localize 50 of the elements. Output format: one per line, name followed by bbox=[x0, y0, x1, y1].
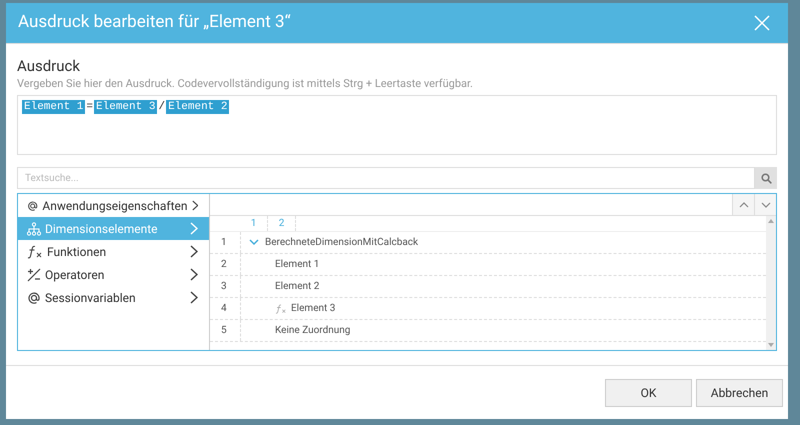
at-sign-icon bbox=[27, 198, 38, 212]
close-icon[interactable] bbox=[754, 15, 770, 31]
row-number: 3 bbox=[220, 280, 228, 294]
scroll-up-icon bbox=[768, 219, 774, 223]
function-icon bbox=[275, 304, 287, 314]
chevron-right-icon bbox=[192, 199, 198, 212]
hierarchy-icon bbox=[27, 222, 41, 236]
tree-item-label[interactable]: Keine Zuordnung bbox=[275, 323, 350, 338]
dialog-button[interactable]: Abbrechen bbox=[696, 378, 783, 406]
expression-token: Element 3 bbox=[94, 100, 158, 114]
expression-token: Element 2 bbox=[166, 100, 230, 114]
at-sign-icon bbox=[27, 290, 41, 304]
dialog-button[interactable]: OK bbox=[605, 378, 692, 406]
search-button[interactable] bbox=[755, 167, 777, 189]
plus-minus-icon bbox=[27, 268, 41, 282]
next-button[interactable] bbox=[754, 194, 776, 215]
chevron-right-icon bbox=[190, 291, 198, 304]
tree-item-label[interactable]: Element 1 bbox=[275, 257, 320, 272]
row-number: 5 bbox=[220, 324, 228, 338]
tree-item-label[interactable]: Element 2 bbox=[275, 279, 320, 294]
tree-item-label[interactable]: Element 3 bbox=[291, 301, 336, 316]
chevron-up-icon bbox=[738, 202, 748, 208]
dialog-title: Ausdruck bearbeiten für „Element 3“ bbox=[18, 11, 291, 34]
chevron-down-icon[interactable] bbox=[249, 239, 259, 246]
expression-editor[interactable]: Element 1 = Element 3 / Element 2 bbox=[17, 95, 777, 155]
column-header: 1 bbox=[240, 216, 268, 231]
expression-token: Element 1 bbox=[22, 100, 86, 114]
scroll-down-icon bbox=[768, 343, 774, 347]
chevron-down-icon bbox=[760, 202, 770, 208]
category-item[interactable]: Funktionen bbox=[18, 240, 209, 263]
category-item[interactable]: Sessionvariablen bbox=[18, 286, 209, 309]
expression-operator: / bbox=[157, 100, 166, 114]
row-number: 4 bbox=[220, 302, 228, 316]
category-item[interactable]: Operatoren bbox=[18, 263, 209, 286]
row-number: 1 bbox=[220, 236, 228, 250]
section-description: Vergeben Sie hier den Ausdruck. Codevervollständigung ist mittels Strg + Leertaste verfügbar. bbox=[17, 76, 474, 92]
row-number: 2 bbox=[220, 258, 228, 272]
tree-item-label[interactable]: BerechneteDimensionMitCalcback bbox=[265, 235, 418, 250]
chevron-right-icon bbox=[190, 268, 198, 281]
expression-operator: = bbox=[85, 100, 94, 114]
previous-button[interactable] bbox=[732, 194, 754, 215]
scrollbar[interactable] bbox=[766, 216, 776, 350]
search-field[interactable]: Textsuche... bbox=[17, 167, 755, 189]
search-icon bbox=[760, 172, 772, 184]
chevron-right-icon bbox=[190, 222, 198, 235]
column-header: 2 bbox=[268, 216, 296, 231]
chevron-right-icon bbox=[190, 245, 198, 258]
function-icon bbox=[27, 244, 43, 258]
category-item[interactable]: Anwendungseigenschaften bbox=[18, 194, 209, 217]
section-heading: Ausdruck bbox=[17, 56, 81, 76]
